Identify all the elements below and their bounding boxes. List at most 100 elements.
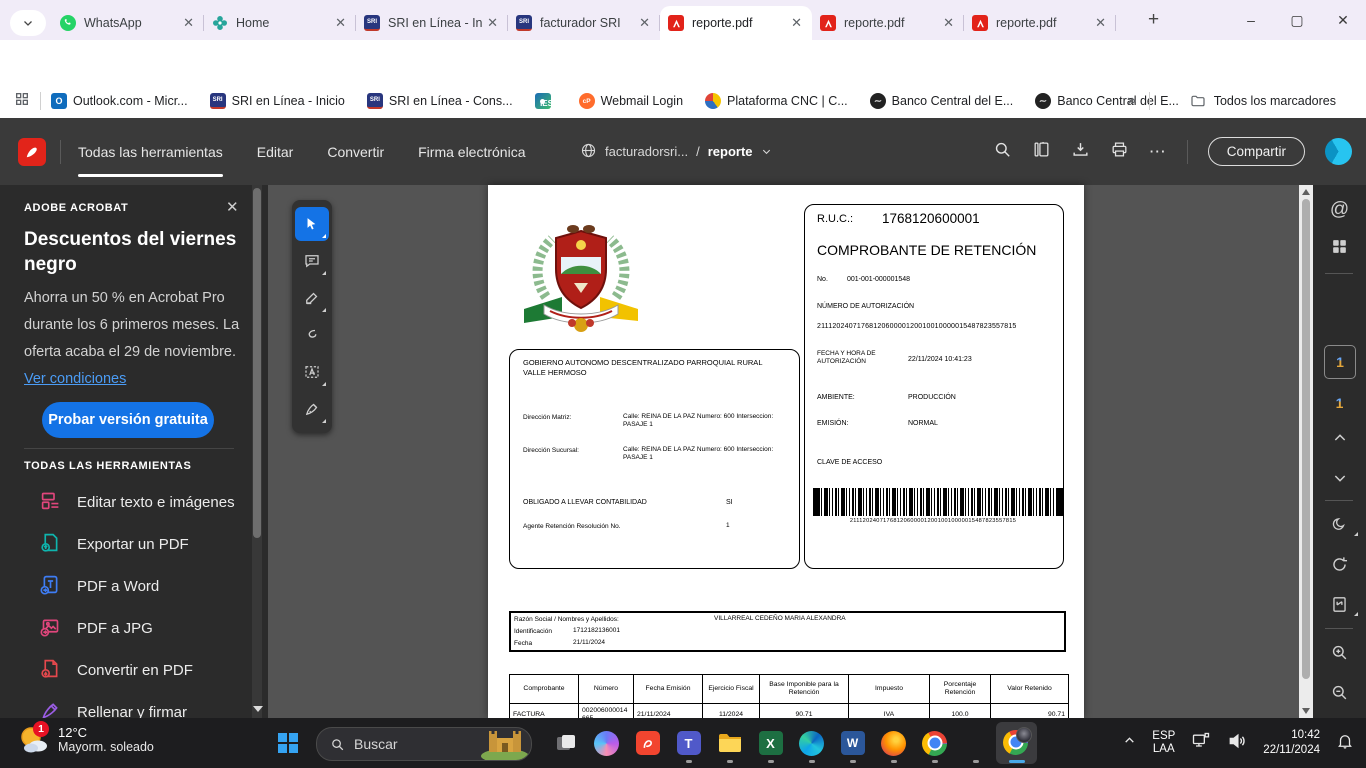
tab-close-icon[interactable]: ✕ [485,15,500,31]
acrobat-menu-editar[interactable]: Editar [257,122,294,182]
taskbar-chrome-icon[interactable] [914,722,955,764]
page-thumbnails-icon[interactable] [1032,140,1051,164]
window-maximize-button[interactable]: ▢ [1274,12,1320,29]
previous-page-icon[interactable] [1313,430,1366,446]
window-close-button[interactable]: ✕ [1320,12,1366,29]
tab-6[interactable]: reporte.pdf✕ [964,6,1116,40]
bookmark-item-6[interactable]: Banco Central del E... [870,93,1014,109]
next-page-icon[interactable] [1313,470,1366,486]
tab-3[interactable]: SRIfacturador SRI✕ [508,6,660,40]
page-number-box[interactable]: 1 [1324,345,1356,379]
bookmark-item-3[interactable]: IESS [535,93,557,109]
bookmark-label: SRI en Línea - Inicio [232,94,345,108]
taskbar-teams-icon[interactable]: T [668,722,709,764]
tab-close-icon[interactable]: ✕ [637,15,652,31]
tab-5[interactable]: reporte.pdf✕ [812,6,964,40]
breadcrumb-chevron-icon[interactable] [761,146,772,157]
search-icon[interactable] [993,140,1012,164]
tray-chevron-icon[interactable] [1123,734,1136,752]
acrobat-logo-icon[interactable] [18,138,46,166]
network-icon[interactable] [1191,731,1211,756]
volume-icon[interactable] [1227,731,1247,756]
promo-link[interactable]: Ver condiciones [24,371,126,387]
download-icon[interactable] [1071,140,1090,164]
tab-close-icon[interactable]: ✕ [181,15,196,31]
comments-icon[interactable]: @ [1313,199,1366,221]
taskbar-chrome-profile-icon[interactable] [996,722,1037,764]
notifications-bell-icon[interactable] [1336,732,1354,755]
promo-close-icon[interactable]: ✕ [226,198,239,216]
share-button[interactable]: Compartir [1208,137,1305,166]
bookmark-item-1[interactable]: SRISRI en Línea - Inicio [210,93,345,109]
taskbar-task-view-icon[interactable] [545,722,586,764]
tab-active-4[interactable]: reporte.pdf✕ [660,6,812,40]
tab-close-icon[interactable]: ✕ [1093,15,1108,31]
tab-close-icon[interactable]: ✕ [941,15,956,31]
comment-tool-icon[interactable] [295,244,329,278]
acrobat-menu-todas-las-herramientas[interactable]: Todas las herramientas [78,122,223,182]
bookmark-item-7[interactable]: Banco Central del E... [1035,93,1179,109]
taskbar-firefox-icon[interactable] [873,722,914,764]
bookmark-item-2[interactable]: SRISRI en Línea - Cons... [367,93,513,109]
tool-item-edit-text[interactable]: Editar texto e imágenes [0,481,252,523]
promo-cta-button[interactable]: Probar versión gratuita [42,402,214,438]
taskbar-spotify-icon[interactable] [955,722,996,764]
scroll-down-icon[interactable] [1302,708,1310,714]
select-tool-icon[interactable] [295,207,329,241]
acrobat-toolbar: Todas las herramientas Editar Convertir Fir… [0,118,1366,185]
tab-1[interactable]: Home✕ [204,6,356,40]
left-panel-scroll-down-icon[interactable] [253,706,263,712]
tab-search-button[interactable] [10,10,46,36]
taskbar-pdf-app-icon[interactable] [627,722,668,764]
document-scrollbar[interactable] [1299,185,1313,718]
tool-item-pdf-word[interactable]: PDF a Word [0,565,252,607]
weather-widget[interactable]: 1 12°C Mayorm. soleado [16,722,154,756]
taskbar-word-icon[interactable]: W [832,722,873,764]
acrobat-menu-convertir[interactable]: Convertir [327,122,384,182]
sign-tool-icon[interactable] [295,392,329,426]
zoom-in-icon[interactable] [1313,643,1366,662]
tab-close-icon[interactable]: ✕ [333,15,348,31]
bookmarks-overflow-icon[interactable]: » [1127,92,1136,110]
acrobat-menu-firma-electr-nica[interactable]: Firma electrónica [418,122,525,182]
tool-item-pdf-jpg[interactable]: PDF a JPG [0,607,252,649]
no-label: No. [817,275,828,284]
apps-grid-icon[interactable] [14,91,30,112]
all-bookmarks-button[interactable]: Todos los marcadores [1190,93,1336,109]
breadcrumb-doc[interactable]: reporte [708,144,753,159]
fit-page-icon[interactable] [1313,595,1366,614]
tab-close-icon[interactable]: ✕ [789,15,804,31]
bookmark-item-0[interactable]: OOutlook.com - Micr... [51,93,188,109]
window-minimize-button[interactable]: – [1228,12,1274,28]
taskbar-excel-icon[interactable]: X [750,722,791,764]
add-text-tool-icon[interactable] [295,355,329,389]
page-grid-icon[interactable] [1313,237,1366,256]
left-panel-scrollbar[interactable] [252,185,262,718]
scrollbar-thumb[interactable] [1302,199,1310,679]
clock[interactable]: 10:4222/11/2024 [1263,728,1320,758]
pdf-jpg-icon [40,616,61,641]
tool-item-export-pdf[interactable]: Exportar un PDF [0,523,252,565]
tab-0[interactable]: WhatsApp✕ [52,6,204,40]
bookmark-item-4[interactable]: cPWebmail Login [579,93,683,109]
bookmark-item-5[interactable]: Plataforma CNC | C... [705,93,848,109]
language-indicator[interactable]: ESPLAA [1152,730,1175,756]
taskbar-copilot-icon[interactable] [586,722,627,764]
start-button[interactable] [276,731,300,760]
more-options-icon[interactable]: ⋯ [1149,142,1167,162]
rotate-page-icon[interactable] [1313,555,1366,574]
tab-2[interactable]: SRISRI en Línea - In✕ [356,6,508,40]
taskbar-file-explorer-icon[interactable] [709,722,750,764]
breadcrumb-site[interactable]: facturadorsri... [605,144,688,159]
dark-mode-icon[interactable] [1313,515,1366,534]
tool-item-convert-pdf[interactable]: Convertir en PDF [0,649,252,691]
account-avatar[interactable] [1325,138,1352,165]
taskbar-search[interactable]: Buscar [316,727,532,761]
scroll-up-icon[interactable] [1302,189,1310,195]
zoom-out-icon[interactable] [1313,683,1366,702]
print-icon[interactable] [1110,140,1129,164]
draw-tool-icon[interactable] [295,318,329,352]
taskbar-edge-icon[interactable] [791,722,832,764]
highlight-tool-icon[interactable] [295,281,329,315]
new-tab-button[interactable]: + [1148,9,1159,31]
